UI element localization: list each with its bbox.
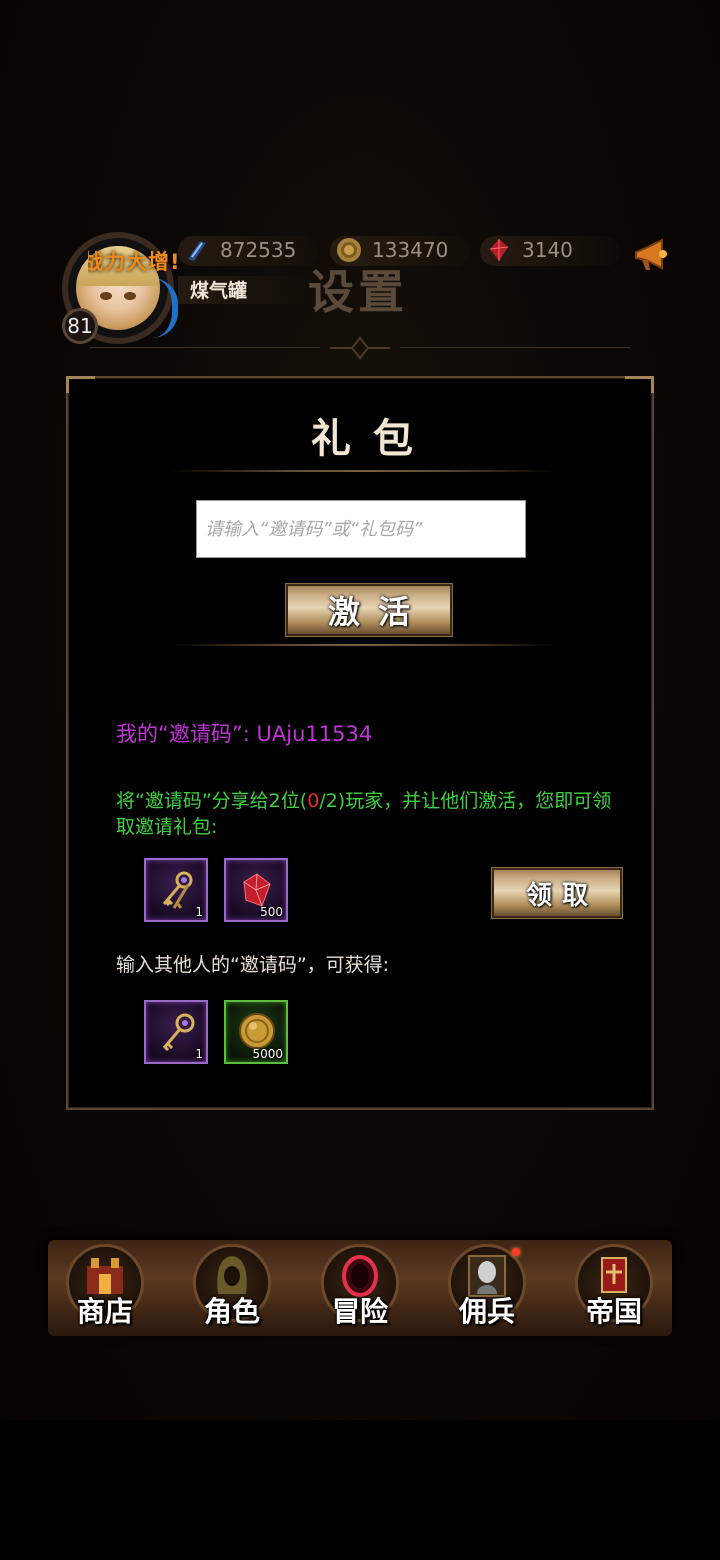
gift-panel-title: 礼包 [311,416,435,462]
key-icon [162,1013,195,1052]
resource-gem[interactable]: 3140 [486,232,573,268]
share-text-a: 将“邀请码”分享给2位( [116,790,308,812]
panel-corner [66,376,95,393]
reward-item-gold[interactable]: 5000 [224,1000,288,1064]
power-banner: 战力大增! [82,250,181,274]
nav-character[interactable]: 角色 [187,1240,277,1340]
nav-adventure[interactable]: 冒险 [315,1240,405,1340]
resource-crystal[interactable]: 872535 [184,232,296,268]
item-count: 1 [195,1047,203,1061]
gift-code-input[interactable] [196,500,526,558]
claim-button[interactable]: 领取 [492,868,622,918]
reward-item-keys[interactable]: 1 [144,858,208,922]
nav-label: 冒险 [331,1295,388,1328]
enter-code-reward-text: 输入其他人的“邀请码”，可获得: [116,954,390,976]
item-count: 5000 [252,1047,283,1061]
panel-corner [625,376,654,393]
nav-label: 商店 [76,1295,133,1328]
gem-value: 3140 [522,238,573,262]
divider [168,644,558,646]
nav-label: 佣兵 [458,1295,515,1328]
nav-empire[interactable]: 帝国 [569,1240,659,1340]
bottom-letterbox [0,1420,720,1560]
nav-label: 角色 [203,1295,260,1328]
blue-crystal-icon [184,237,210,263]
item-count: 1 [195,905,203,919]
invite-share-text: 将“邀请码”分享给2位(0/2)玩家，并让他们激活，您即可领取邀请礼包: [116,788,616,840]
reward-item-key[interactable]: 1 [144,1000,208,1064]
divider [168,470,558,472]
megaphone-icon[interactable] [632,236,670,274]
player-name: 煤气罐 [190,280,248,302]
share-progress-current: 0 [307,790,320,812]
my-invite-code: 我的“邀请码”: UAju11534 [116,722,373,746]
nav-mercenary[interactable]: 佣兵 [442,1240,532,1340]
keys-icon [162,871,193,909]
red-gem-icon [486,237,512,263]
page-title: 设置 [308,265,408,319]
title-ornament [90,336,630,360]
item-count: 500 [260,905,283,919]
activate-button[interactable]: 激活 [286,584,452,636]
crystal-value: 872535 [220,238,297,262]
nav-shop[interactable]: 商店 [60,1240,150,1340]
gift-panel: 礼包 激活 我的“邀请码”: UAju11534 将“邀请码”分享给2位(0/2… [66,376,654,1110]
notification-dot [512,1248,520,1256]
nav-label: 帝国 [585,1295,642,1328]
reward-item-gems[interactable]: 500 [224,858,288,922]
